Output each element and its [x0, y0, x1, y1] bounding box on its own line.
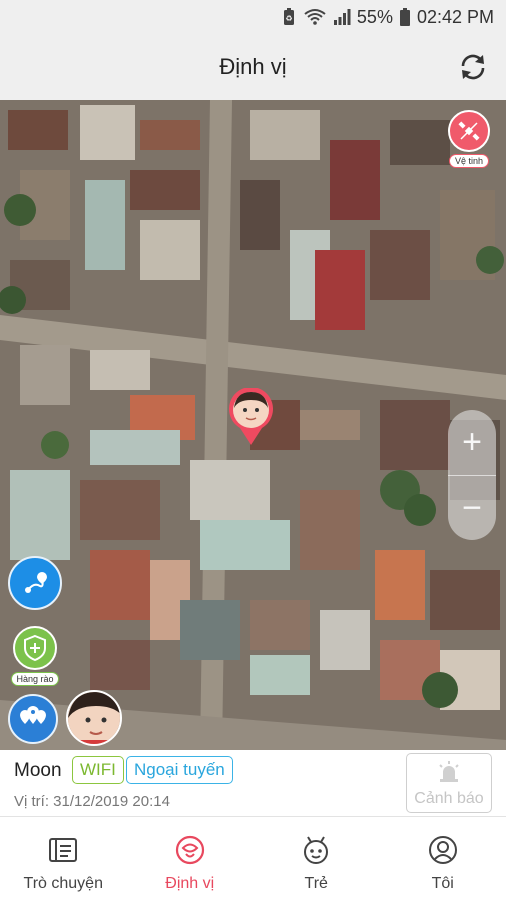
locations-button[interactable]	[8, 694, 58, 744]
zoom-in-button[interactable]: +	[448, 410, 496, 475]
alarm-label: Cảnh báo	[414, 790, 484, 807]
nav-item-child[interactable]: Trẻ	[253, 817, 380, 900]
app-header: Định vị	[0, 34, 506, 100]
child-location-pin[interactable]	[226, 386, 276, 446]
geofence-button[interactable]: Hàng rào	[10, 626, 60, 686]
status-bar: ♻ 55% 02:42 PM	[0, 0, 506, 34]
refresh-icon	[461, 54, 485, 80]
device-name: Moon	[14, 760, 62, 781]
wifi-icon	[303, 8, 327, 26]
svg-text:♻: ♻	[285, 14, 292, 23]
nav-label: Tôi	[431, 875, 454, 892]
battery-percent: 55%	[356, 6, 393, 27]
nav-item-chat[interactable]: Trò chuyện	[0, 817, 127, 900]
satellite-label: Vệ tinh	[448, 154, 490, 168]
shield-plus-icon	[13, 626, 57, 670]
multi-pin-icon	[20, 706, 46, 724]
nav-item-location[interactable]: Định vị	[127, 817, 254, 900]
data-saver-icon: ♻	[281, 8, 297, 26]
geofence-label: Hàng rào	[11, 672, 59, 686]
alarm-button[interactable]: Cảnh báo	[406, 753, 492, 813]
wifi-badge: WIFI	[72, 756, 124, 784]
nav-label: Trẻ	[304, 875, 328, 892]
clock: 02:42 PM	[416, 6, 494, 27]
page-title: Định vị	[219, 54, 287, 79]
route-icon	[25, 572, 47, 593]
location-timestamp: Vị trí: 31/12/2019 20:14	[14, 793, 170, 810]
signal-icon	[333, 8, 351, 26]
child-icon	[301, 833, 331, 867]
satellite-toggle[interactable]: Vệ tinh	[444, 110, 494, 168]
refresh-button[interactable]	[456, 50, 490, 84]
nav-item-profile[interactable]: Tôi	[380, 817, 506, 900]
zoom-control: + −	[448, 410, 496, 540]
nav-label: Trò chuyện	[23, 875, 103, 892]
route-history-button[interactable]	[8, 556, 62, 610]
child-avatar[interactable]	[66, 690, 122, 746]
status-badge: Ngoại tuyến	[126, 756, 233, 784]
chat-icon	[48, 833, 78, 867]
battery-icon	[399, 8, 411, 26]
bottom-nav: Trò chuyện Định vị Trẻ Tôi	[0, 816, 506, 900]
satellite-map[interactable]: Vệ tinh + − Hàng rào	[0, 100, 506, 750]
zoom-out-button[interactable]: −	[448, 475, 496, 540]
location-icon	[175, 833, 205, 867]
siren-icon	[437, 761, 461, 788]
satellite-icon	[448, 110, 490, 152]
profile-icon	[428, 833, 458, 867]
nav-label: Định vị	[165, 875, 215, 892]
